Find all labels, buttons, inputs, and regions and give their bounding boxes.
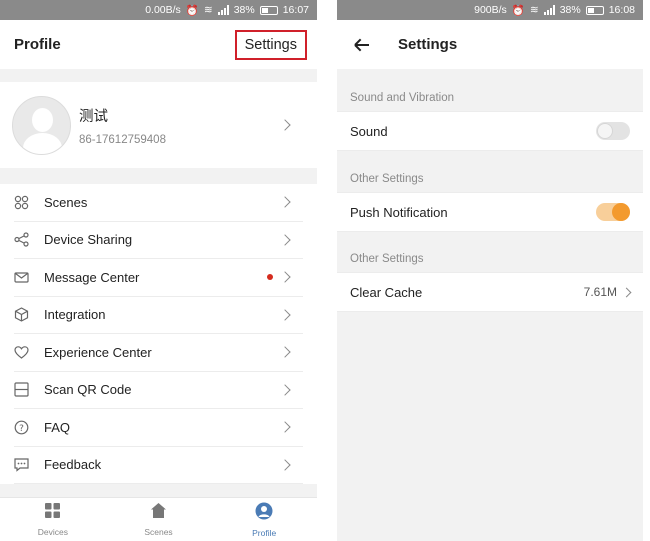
back-arrow-icon[interactable] [353,36,371,54]
chevron-right-icon [279,346,291,358]
menu-item-experience-center[interactable]: Experience Center [14,334,303,372]
profile-icon [255,502,273,525]
wifi-icon: ≋ [203,4,213,16]
status-bar: 0.00B/s ⏰ ≋ 38% 16:07 [0,0,317,20]
push-notification-row[interactable]: Push Notification [337,192,643,232]
clock: 16:08 [608,4,635,16]
signal-icon [543,5,555,15]
page-title: Settings [398,36,458,53]
section-header-sound: Sound and Vibration [350,92,455,104]
tab-label: Scenes [144,527,173,537]
alarm-icon: ⏰ [185,4,199,17]
menu-item-faq[interactable]: ? FAQ [14,409,303,447]
clock: 16:07 [282,4,309,16]
chevron-right-icon [279,309,291,321]
cube-icon [14,307,29,322]
clear-cache-row[interactable]: Clear Cache 7.61M [337,272,643,312]
chevron-right-icon [279,459,291,471]
tab-scenes[interactable]: Scenes [106,498,212,541]
menu-item-feedback[interactable]: Feedback [14,447,303,484]
profile-phone: 86-17612759408 [79,133,166,146]
battery-icon [259,5,278,15]
home-icon [150,502,167,524]
tab-profile[interactable]: Profile [211,498,317,541]
menu-item-label: Integration [44,307,106,323]
profile-name: 测试 [79,108,108,125]
menu-item-device-sharing[interactable]: Device Sharing [14,222,303,259]
avatar [12,95,71,155]
battery-percent: 38% [233,4,255,16]
scenes-icon [14,195,29,210]
heart-icon [14,345,29,360]
grid-icon [44,502,61,524]
tab-label: Profile [252,527,277,538]
unread-badge [267,274,273,281]
chevron-right-icon [279,234,291,246]
network-speed: 0.00B/s [145,4,181,16]
mail-icon [14,270,29,285]
row-label: Push Notification [350,204,448,220]
chevron-right-icon [279,384,291,396]
menu-item-label: Experience Center [44,344,152,360]
tab-label: Devices [37,527,68,537]
app-bar: Profile Settings [0,20,317,69]
row-label: Sound [350,123,388,139]
menu-item-label: Scenes [44,194,88,210]
chevron-right-icon [279,196,291,208]
section-header-other-1: Other Settings [350,173,424,185]
bottom-tab-bar: Devices Scenes Profile [0,497,317,541]
signal-icon [217,5,229,15]
alarm-icon: ⏰ [511,4,525,17]
status-bar: 900B/s ⏰ ≋ 38% 16:08 [337,0,643,20]
page-title: Profile [14,36,61,53]
share-icon [14,232,29,247]
sound-toggle[interactable] [596,122,630,140]
battery-icon [585,5,604,15]
menu-item-integration[interactable]: Integration [14,297,303,334]
push-notification-toggle[interactable] [596,203,630,221]
question-icon: ? [14,420,29,435]
settings-screen: 900B/s ⏰ ≋ 38% 16:08 Settings Sound and … [337,0,643,541]
chevron-right-icon [279,119,291,131]
chevron-right-icon [279,421,291,433]
svg-text:?: ? [19,424,24,434]
menu-item-label: Device Sharing [44,232,133,248]
battery-percent: 38% [559,4,581,16]
chat-icon [14,457,29,473]
chevron-right-icon [621,287,632,297]
wifi-icon: ≋ [529,4,539,16]
profile-card[interactable]: 测试 86-17612759408 [0,82,317,168]
menu-item-label: Feedback [44,457,102,473]
menu-item-scan-qr-code[interactable]: Scan QR Code [14,372,303,409]
profile-screen: 0.00B/s ⏰ ≋ 38% 16:07 Profile Settings 测… [0,0,317,541]
scan-icon [14,382,29,397]
tab-devices[interactable]: Devices [0,498,106,541]
cache-size: 7.61M [583,285,617,299]
menu-item-label: Message Center [44,269,140,285]
menu-item-label: FAQ [44,419,71,435]
menu-item-scenes[interactable]: Scenes [14,184,303,222]
row-label: Clear Cache [350,284,423,300]
menu-item-message-center[interactable]: Message Center [14,259,303,297]
section-header-other-2: Other Settings [350,253,424,265]
settings-button[interactable]: Settings [234,29,307,60]
menu-item-label: Scan QR Code [44,382,132,398]
network-speed: 900B/s [474,4,507,16]
sound-setting-row[interactable]: Sound [337,111,643,151]
chevron-right-icon [279,271,291,283]
app-bar: Settings [337,20,643,69]
profile-menu: Scenes Device Sharing Message Center Int… [0,184,317,484]
